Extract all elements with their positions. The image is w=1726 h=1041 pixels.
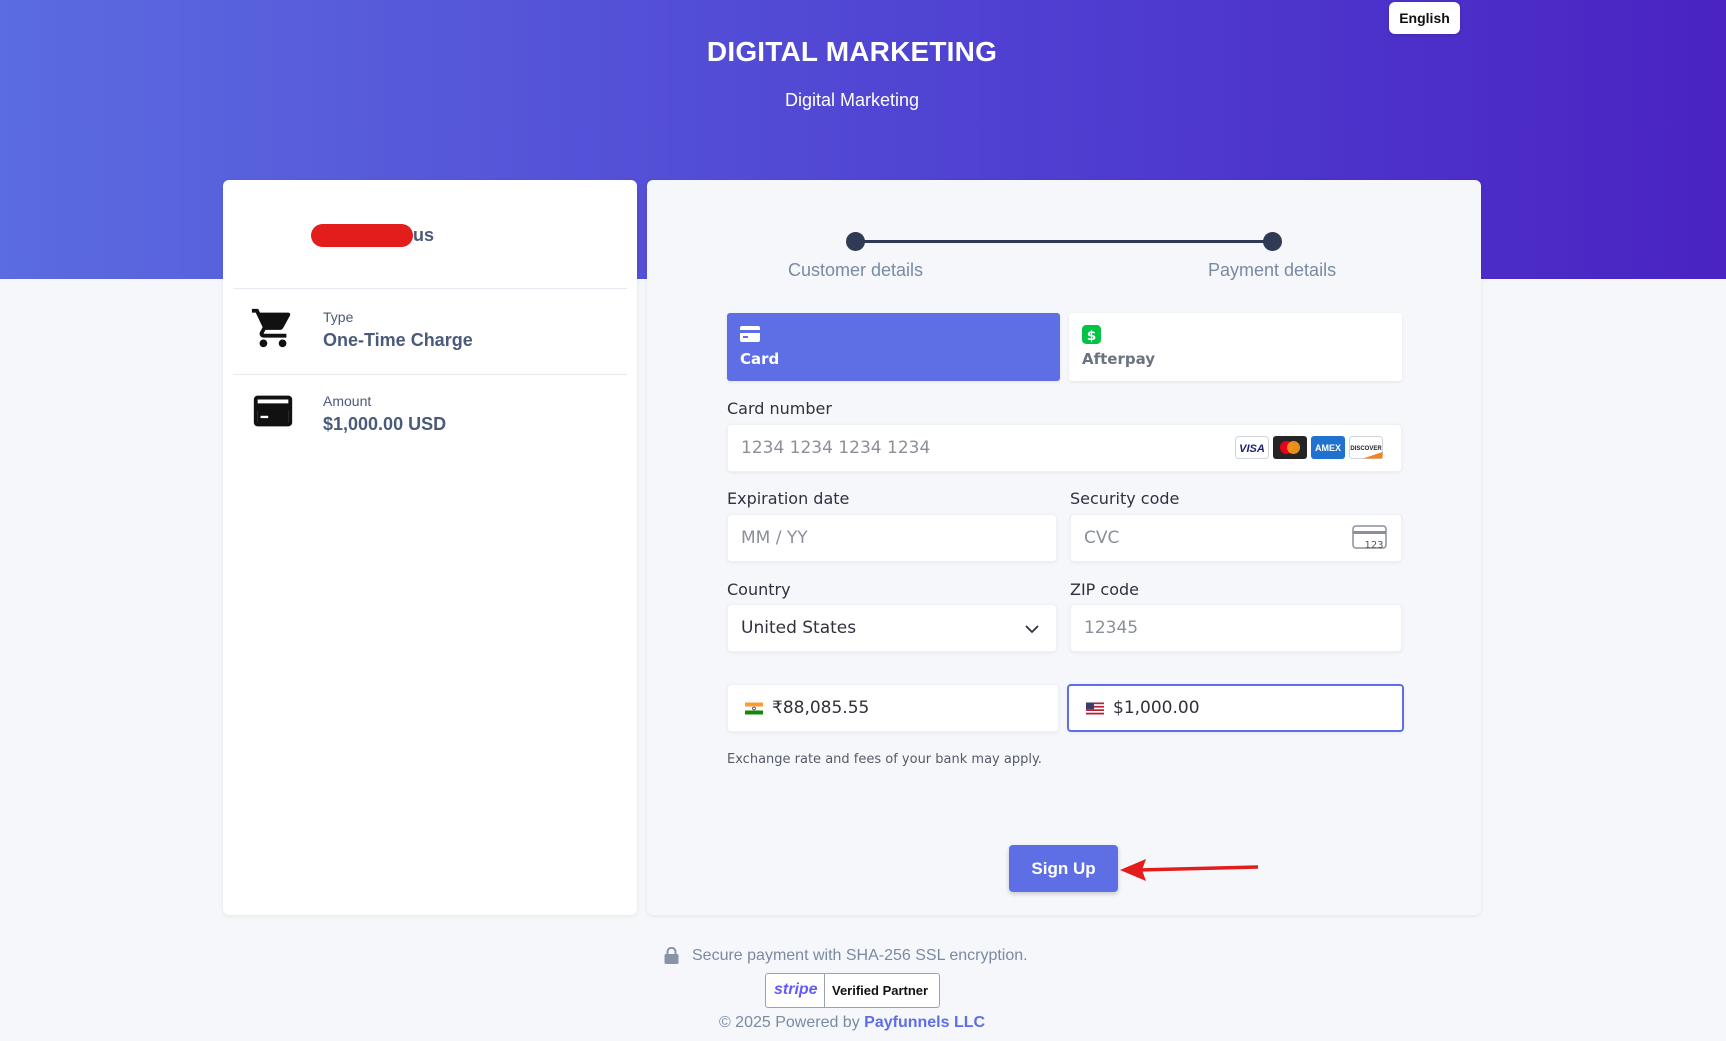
cvc-label: Security code bbox=[1070, 489, 1180, 508]
zip-label: ZIP code bbox=[1070, 580, 1139, 599]
svg-text:AMEX: AMEX bbox=[1315, 443, 1341, 453]
tab-afterpay-label: Afterpay bbox=[1082, 350, 1156, 368]
page-subtitle: Digital Marketing bbox=[784, 90, 920, 110]
expiry-input[interactable] bbox=[727, 514, 1057, 562]
svg-text:DISCOVER: DISCOVER bbox=[1350, 446, 1382, 452]
progress-line bbox=[855, 240, 1273, 243]
step-dot-customer bbox=[846, 232, 865, 251]
verified-partner-text: Verified Partner bbox=[832, 983, 929, 998]
discover-icon: DISCOVER bbox=[1349, 436, 1383, 459]
language-button[interactable]: English bbox=[1389, 2, 1460, 34]
payfunnels-link[interactable]: Payfunnels LLC bbox=[864, 1014, 985, 1031]
step-dot-payment bbox=[1263, 232, 1282, 251]
svg-text:VISA: VISA bbox=[1239, 443, 1265, 455]
cvc-icon-text: 123 bbox=[1364, 540, 1383, 551]
cvc-card-icon: 123 bbox=[1352, 525, 1387, 551]
stripe-logo: stripe bbox=[774, 981, 818, 998]
merchant-name: us bbox=[311, 224, 434, 248]
currency-usd-value: $1,000.00 bbox=[1113, 698, 1200, 718]
cart-icon bbox=[251, 308, 291, 348]
us-flag-icon bbox=[1086, 702, 1104, 715]
type-label: Type bbox=[323, 309, 354, 325]
tab-afterpay[interactable]: $ Afterpay bbox=[1069, 313, 1402, 381]
country-label: Country bbox=[727, 580, 791, 599]
tab-card-label: Card bbox=[740, 350, 780, 368]
chevron-down-icon bbox=[1025, 625, 1039, 634]
step-payment-details[interactable]: Payment details bbox=[1208, 260, 1336, 281]
currency-option-inr[interactable]: ₹88,085.55 bbox=[727, 684, 1059, 732]
amount-value: $1,000.00 USD bbox=[323, 414, 447, 434]
exchange-rate-note: Exchange rate and fees of your bank may … bbox=[727, 752, 1042, 767]
badge-divider bbox=[824, 974, 825, 1007]
card-icon bbox=[740, 326, 760, 342]
step-customer-details[interactable]: Customer details bbox=[788, 260, 923, 281]
expiry-label: Expiration date bbox=[727, 489, 850, 508]
amount-label: Amount bbox=[323, 393, 372, 409]
annotation-arrow-icon bbox=[1120, 859, 1259, 881]
country-select[interactable]: United States bbox=[727, 604, 1057, 652]
page-title: DIGITAL MARKETING bbox=[706, 36, 998, 67]
type-row: Type One-Time Charge bbox=[223, 290, 637, 370]
tab-card[interactable]: Card bbox=[727, 313, 1060, 381]
powered-by-text: © 2025 Powered by bbox=[718, 1014, 860, 1031]
mastercard-icon bbox=[1273, 436, 1307, 459]
zip-input[interactable] bbox=[1070, 604, 1402, 652]
india-flag-icon bbox=[745, 702, 763, 715]
currency-option-usd[interactable]: $1,000.00 bbox=[1067, 684, 1404, 732]
visa-icon: VISA bbox=[1235, 436, 1269, 459]
credit-card-icon bbox=[253, 395, 293, 427]
amount-row: Amount $1,000.00 USD bbox=[223, 376, 637, 456]
amex-icon: AMEX bbox=[1311, 436, 1345, 459]
powered-by: © 2025 Powered by Payfunnels LLC bbox=[0, 1014, 1704, 1032]
country-value: United States bbox=[741, 618, 857, 638]
svg-text:$: $ bbox=[1087, 328, 1097, 344]
order-summary-card: us Type One-Time Charge Amount $1,000.00… bbox=[223, 180, 637, 915]
sign-up-button[interactable]: Sign Up bbox=[1009, 845, 1118, 892]
payment-card: Customer details Payment details Card $ … bbox=[647, 180, 1481, 915]
stripe-verified-badge[interactable]: stripe Verified Partner bbox=[765, 973, 940, 1008]
divider bbox=[233, 288, 627, 289]
lock-icon bbox=[664, 947, 679, 964]
type-value: One-Time Charge bbox=[323, 330, 473, 350]
divider bbox=[233, 374, 627, 375]
card-brands: VISA AMEX DISCOVER bbox=[1235, 436, 1387, 460]
card-number-label: Card number bbox=[727, 399, 832, 418]
merchant-name-suffix: us bbox=[413, 225, 435, 245]
secure-payment-text: Secure payment with SHA-256 SSL encrypti… bbox=[692, 947, 1028, 964]
currency-inr-value: ₹88,085.55 bbox=[772, 698, 870, 718]
dollar-icon: $ bbox=[1082, 325, 1101, 344]
redaction-mark bbox=[311, 224, 413, 247]
